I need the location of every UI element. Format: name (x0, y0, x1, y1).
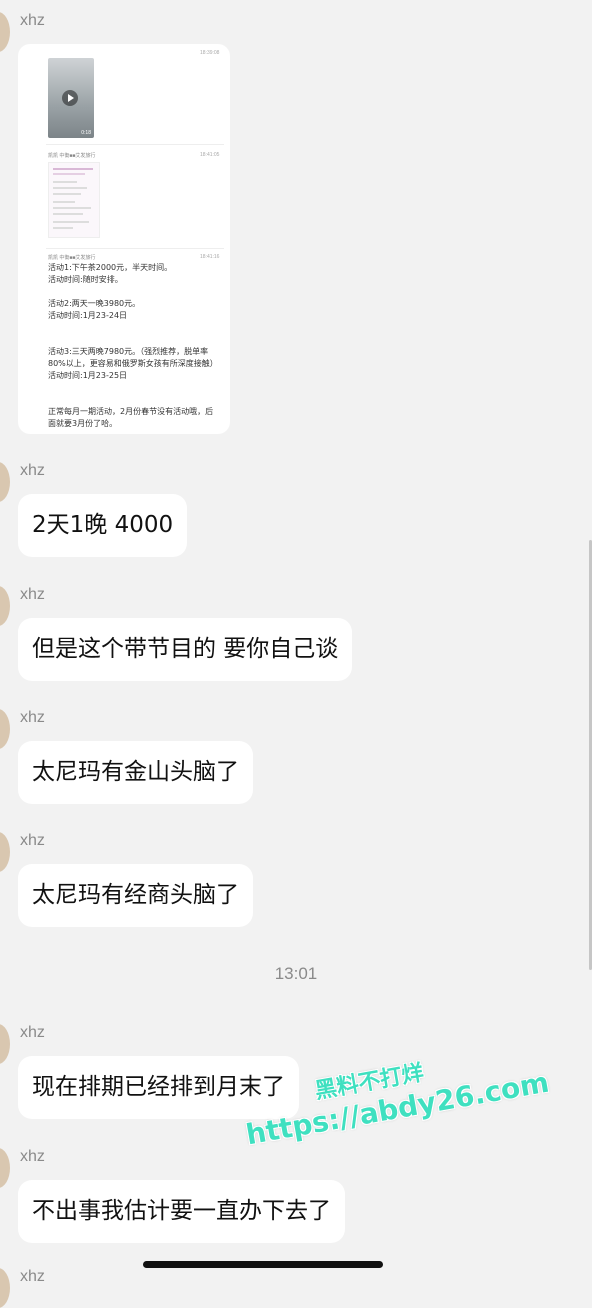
sender-name: xhz (20, 832, 45, 849)
video-duration: 0:18 (81, 130, 91, 136)
video-thumbnail: 0:18 (48, 58, 94, 138)
avatar[interactable] (0, 1268, 10, 1308)
sender-name: xhz (20, 586, 45, 603)
card-timestamp: 18:41:16 (200, 254, 220, 260)
message-bubble[interactable]: 但是这个带节目的 要你自己谈 (18, 618, 353, 681)
message-bubble[interactable]: 现在排期已经排到月末了 (18, 1056, 299, 1119)
sender-name: xhz (20, 1148, 45, 1165)
avatar[interactable] (0, 12, 10, 52)
avatar[interactable] (0, 1024, 10, 1064)
card-sender: 凯凯 中衡■■艾发旅行 (48, 153, 96, 159)
image-message[interactable]: 18:39:08 0:18 凯凯 中衡■■艾发旅行 18:41:05 凯凯 中衡… (18, 44, 230, 434)
message-bubble[interactable]: 2天1晚 4000 (18, 494, 188, 557)
sender-name: xhz (20, 12, 45, 29)
avatar[interactable] (0, 832, 10, 872)
sender-name: xhz (20, 1268, 45, 1285)
divider (46, 144, 224, 145)
divider (46, 248, 224, 249)
sender-name: xhz (20, 462, 45, 479)
message-bubble[interactable]: 太尼玛有金山头脑了 (18, 741, 253, 804)
message-bubble[interactable]: 太尼玛有经商头脑了 (18, 864, 253, 927)
home-indicator[interactable] (143, 1261, 383, 1268)
document-thumbnail (48, 162, 100, 238)
timestamp-divider: 13:01 (274, 964, 318, 983)
avatar[interactable] (0, 586, 10, 626)
avatar[interactable] (0, 1148, 10, 1188)
card-sender: 凯凯 中衡■■艾发旅行 (48, 255, 96, 261)
sender-name: xhz (20, 709, 45, 726)
message-bubble[interactable]: 不出事我估计要一直办下去了 (18, 1180, 345, 1243)
card-timestamp: 18:39:08 (200, 50, 220, 56)
activity-text: 活动1:下午茶2000元，半天时间。 活动时间:随时安排。 活动2:两天一晚39… (48, 263, 218, 428)
card-timestamp: 18:41:05 (200, 152, 220, 158)
avatar[interactable] (0, 462, 10, 502)
play-icon (62, 90, 78, 106)
avatar[interactable] (0, 709, 10, 749)
sender-name: xhz (20, 1024, 45, 1041)
